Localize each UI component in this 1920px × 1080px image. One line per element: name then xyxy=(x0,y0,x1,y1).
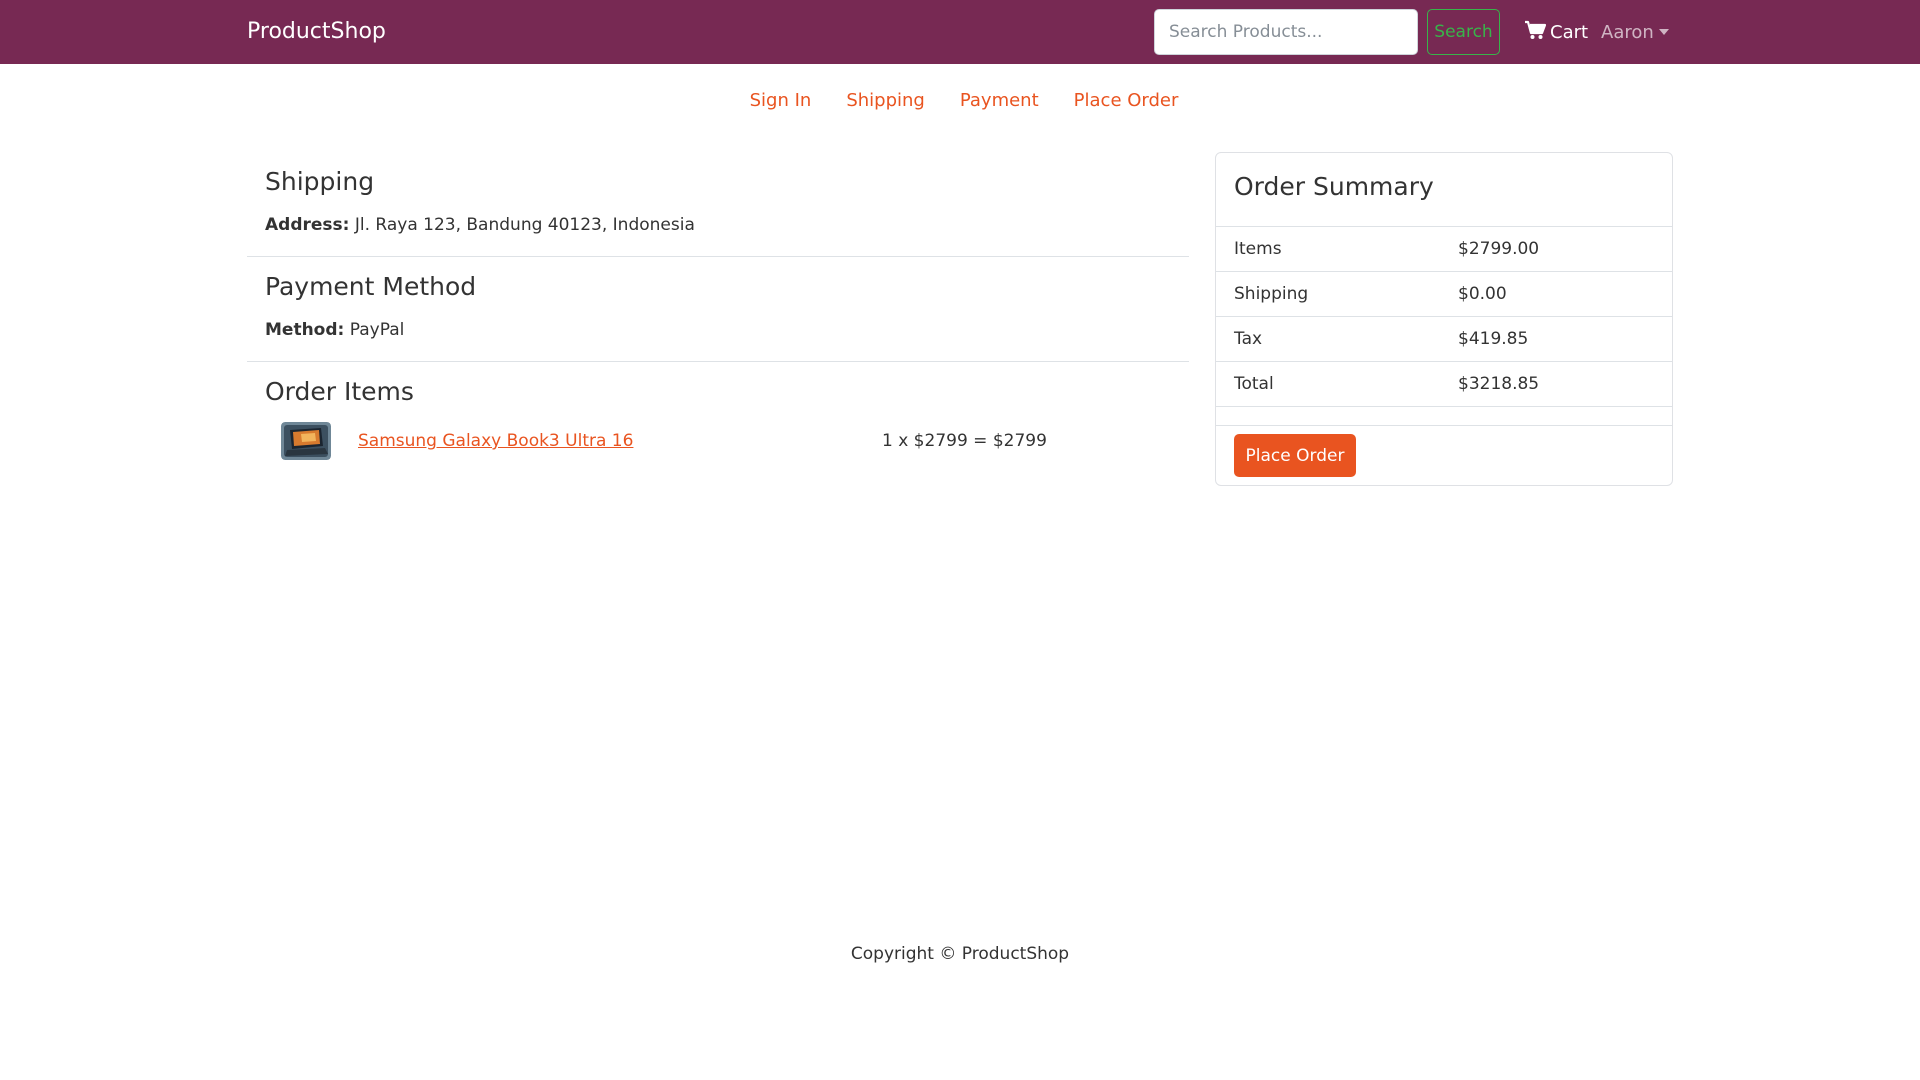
checkout-steps: Sign In Shipping Payment Place Order xyxy=(0,90,1920,111)
summary-row-tax: Tax $419.85 xyxy=(1216,317,1672,362)
summary-label: Tax xyxy=(1234,329,1263,349)
order-details: Shipping Address: Jl. Raya 123, Bandung … xyxy=(247,152,1189,484)
summary-row-items: Items $2799.00 xyxy=(1216,227,1672,272)
address-value: Jl. Raya 123, Bandung 40123, Indonesia xyxy=(354,215,695,235)
payment-method: Method: PayPal xyxy=(265,317,1171,343)
search-button[interactable]: Search xyxy=(1427,9,1500,55)
navbar: ProductShop Search Cart Aaron xyxy=(0,0,1920,64)
summary-row-total: Total $3218.85 xyxy=(1216,362,1672,407)
method-value: PayPal xyxy=(349,320,405,340)
order-summary-title: Order Summary xyxy=(1216,153,1672,227)
order-items-section: Order Items Samsung Galaxy Book3 Ultra 1… xyxy=(247,362,1189,484)
summary-label: Items xyxy=(1234,239,1282,259)
product-thumbnail[interactable] xyxy=(281,422,331,460)
footer-copyright: Copyright © ProductShop xyxy=(850,944,1070,964)
brand-logo[interactable]: ProductShop xyxy=(247,19,386,45)
payment-title: Payment Method xyxy=(265,272,477,301)
shipping-title: Shipping xyxy=(265,167,375,196)
summary-row-shipping: Shipping $0.00 xyxy=(1216,272,1672,317)
order-items-title: Order Items xyxy=(265,377,414,406)
step-payment[interactable]: Payment xyxy=(960,90,1039,111)
summary-divider xyxy=(1216,407,1672,426)
cart-label: Cart xyxy=(1550,21,1589,43)
summary-value: $419.85 xyxy=(1458,329,1529,349)
address-label: Address: xyxy=(265,215,350,235)
step-shipping[interactable]: Shipping xyxy=(846,90,925,111)
summary-label: Total xyxy=(1234,374,1274,394)
summary-value: $0.00 xyxy=(1458,284,1507,304)
search-input[interactable] xyxy=(1154,9,1418,55)
summary-label: Shipping xyxy=(1234,284,1309,304)
product-link[interactable]: Samsung Galaxy Book3 Ultra 16 xyxy=(358,431,882,451)
shipping-address: Address: Jl. Raya 123, Bandung 40123, In… xyxy=(265,212,1171,238)
summary-value: $3218.85 xyxy=(1458,374,1540,394)
cart-icon xyxy=(1524,20,1550,45)
user-name: Aaron xyxy=(1601,21,1654,43)
summary-value: $2799.00 xyxy=(1458,239,1540,259)
chevron-down-icon xyxy=(1658,29,1669,35)
list-item: Samsung Galaxy Book3 Ultra 16 1 x $2799 … xyxy=(265,416,1171,466)
place-order-button[interactable]: Place Order xyxy=(1234,434,1356,477)
cart-link[interactable]: Cart xyxy=(1524,20,1588,44)
item-price-calc: 1 x $2799 = $2799 xyxy=(882,431,1047,451)
shipping-section: Shipping Address: Jl. Raya 123, Bandung … xyxy=(247,152,1189,257)
user-menu-dropdown[interactable]: Aaron xyxy=(1601,20,1669,44)
step-place-order[interactable]: Place Order xyxy=(1074,90,1179,111)
order-summary-card: Order Summary Items $2799.00 Shipping $0… xyxy=(1215,152,1673,486)
step-sign-in[interactable]: Sign In xyxy=(750,90,812,111)
payment-section: Payment Method Method: PayPal xyxy=(247,257,1189,362)
method-label: Method: xyxy=(265,320,345,340)
